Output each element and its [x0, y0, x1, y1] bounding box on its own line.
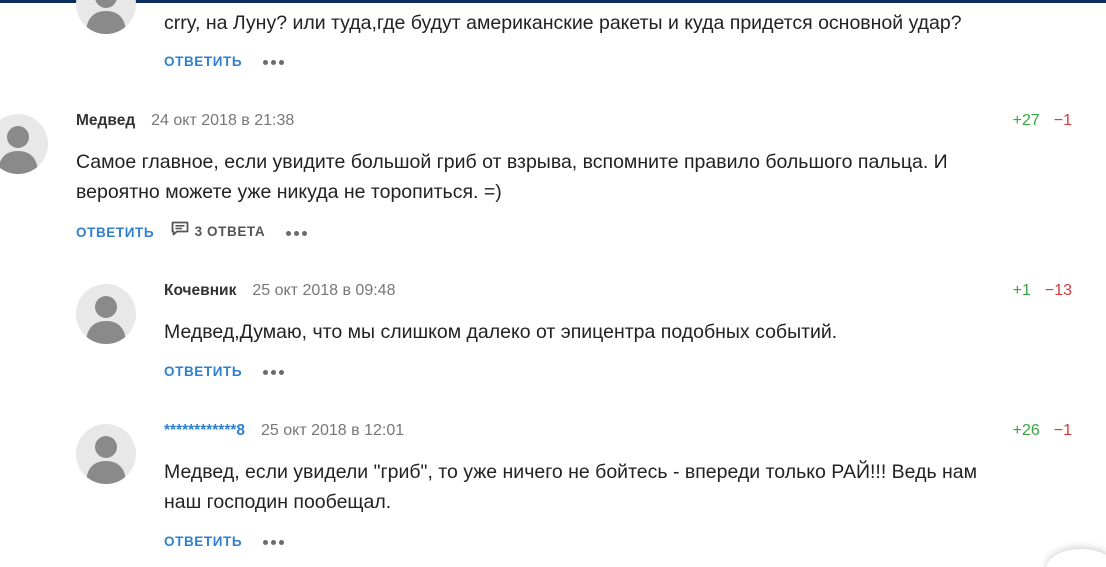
comment-author[interactable]: Кочевник [164, 282, 236, 299]
comment-votes: +1 −13 [1013, 280, 1072, 302]
more-dots-icon[interactable] [262, 361, 287, 381]
more-dots-icon[interactable] [262, 531, 287, 551]
avatar[interactable] [76, 284, 136, 344]
comment-actions: ОТВЕТИТЬ [164, 52, 287, 72]
comment-actions: ОТВЕТИТЬ 3 ОТВЕТА [76, 221, 310, 243]
comment-author[interactable]: ************8 [164, 422, 245, 439]
comment-text-line: Самое главное, если увидите большой гриб… [76, 151, 948, 173]
avatar[interactable] [76, 0, 136, 34]
upvote-count[interactable]: +1 [1013, 282, 1031, 299]
more-dots-icon[interactable] [262, 51, 287, 71]
comment-text-line: вероятно можете уже никуда не торопиться… [76, 181, 502, 203]
avatar[interactable] [0, 114, 48, 174]
user-silhouette-icon [86, 296, 126, 344]
upvote-count[interactable]: +27 [1013, 112, 1040, 129]
replies-count-label: 3 ОТВЕТА [194, 224, 266, 240]
comment-meta: Кочевник 25 окт 2018 в 09:48 [164, 280, 395, 302]
comment-text-line: Медвед,Думаю, что мы слишком далеко от э… [164, 321, 838, 343]
user-silhouette-icon [0, 126, 38, 174]
comment-actions: ОТВЕТИТЬ [164, 532, 287, 552]
comment-text: crry, на Луну? или туда,где будут америк… [164, 8, 962, 38]
comment-text-line: crry, на Луну? или туда,где будут америк… [164, 12, 962, 34]
comment-date[interactable]: 24 окт 2018 в 21:38 [151, 112, 294, 129]
top-border [0, 0, 1106, 3]
comment-text: Медвед, если увидели "гриб", то уже ниче… [164, 457, 977, 517]
comment-votes: +27 −1 [1013, 110, 1072, 132]
avatar[interactable] [76, 424, 136, 484]
downvote-count[interactable]: −13 [1045, 282, 1072, 299]
user-silhouette-icon [86, 0, 126, 34]
comment-text-line: наш господин пообещал. [164, 491, 392, 513]
reply-button[interactable]: ОТВЕТИТЬ [164, 362, 242, 382]
comment-meta: Медвед 24 окт 2018 в 21:38 [76, 110, 294, 132]
reply-button[interactable]: ОТВЕТИТЬ [164, 52, 242, 72]
comment-votes: +26 −1 [1013, 420, 1072, 442]
upvote-count[interactable]: +26 [1013, 422, 1040, 439]
comment-text-line: Медвед, если увидели "гриб", то уже ниче… [164, 461, 978, 483]
comment-author[interactable]: Медвед [76, 112, 135, 129]
downvote-count[interactable]: −1 [1054, 112, 1072, 129]
reply-button[interactable]: ОТВЕТИТЬ [164, 532, 242, 552]
speech-bubble-icon [171, 221, 189, 242]
comment-text: Медвед,Думаю, что мы слишком далеко от э… [164, 317, 837, 347]
comment-meta: ************8 25 окт 2018 в 12:01 [164, 420, 404, 442]
comment-actions: ОТВЕТИТЬ [164, 362, 287, 382]
comment-date[interactable]: 25 окт 2018 в 09:48 [252, 282, 395, 299]
more-dots-icon[interactable] [285, 222, 310, 242]
comment-date[interactable]: 25 окт 2018 в 12:01 [261, 422, 404, 439]
replies-toggle-button[interactable]: 3 ОТВЕТА [171, 221, 266, 243]
floating-widget-edge[interactable] [1046, 549, 1106, 567]
reply-button[interactable]: ОТВЕТИТЬ [76, 223, 154, 243]
comment-text: Самое главное, если увидите большой гриб… [76, 147, 948, 207]
downvote-count[interactable]: −1 [1054, 422, 1072, 439]
user-silhouette-icon [86, 436, 126, 484]
